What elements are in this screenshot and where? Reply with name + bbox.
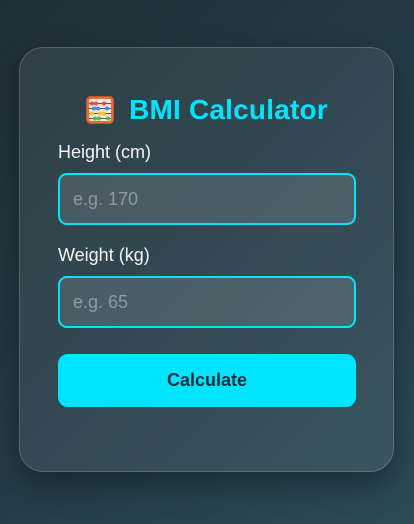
page-title: BMI Calculator <box>129 94 328 125</box>
height-label: Height (cm) <box>58 142 152 162</box>
calculate-button[interactable]: Calculate <box>58 354 356 407</box>
weight-label: Weight (kg) <box>58 245 150 265</box>
abacus-icon <box>85 95 115 125</box>
title-row: BMI Calculator <box>58 90 355 130</box>
height-input[interactable] <box>58 173 356 225</box>
bmi-calculator-card: BMI Calculator Height (cm) Weight (kg) C… <box>19 47 394 472</box>
weight-input[interactable] <box>58 276 356 328</box>
